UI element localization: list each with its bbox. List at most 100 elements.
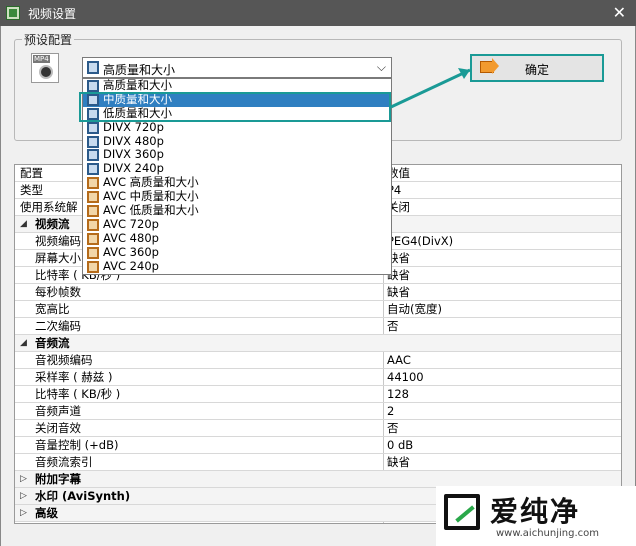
grid-row[interactable]: 比特率 ( KB/秒 ) 128: [15, 386, 621, 403]
grid-row-value[interactable]: 否: [383, 318, 621, 334]
window-title: 视频设置: [28, 7, 77, 21]
grid-row-name: 每秒帧数: [35, 285, 81, 299]
grid-row-name: 比特率 ( KB/秒 ): [35, 387, 121, 401]
grid-row[interactable]: 关闭音效 否: [15, 420, 621, 437]
mp4-file-icon: MP4: [31, 53, 59, 83]
grid-row-name: 采样率 ( 赫兹 ): [35, 370, 113, 384]
grid-row-value[interactable]: 自动(宽度): [383, 301, 621, 317]
expand-icon[interactable]: ▷: [20, 488, 27, 504]
dropdown-option[interactable]: 低质量和大小: [83, 105, 391, 121]
grid-row-name: 关闭音效: [35, 421, 81, 435]
dropdown-option-label: AVC 360p: [103, 244, 159, 259]
grid-row-name: 水印 (AviSynth): [35, 489, 131, 503]
grid-row-name: 音频流: [35, 336, 70, 350]
watermark-url: www.aichunjing.com: [496, 528, 599, 539]
ok-button-label: 确定: [524, 63, 549, 77]
dropdown-option[interactable]: DIVX 240p: [83, 161, 391, 176]
ok-button[interactable]: 确定: [470, 54, 604, 82]
film-icon: [87, 149, 99, 162]
dropdown-option-label: DIVX 720p: [103, 119, 164, 134]
film-icon: [87, 205, 99, 218]
grid-row[interactable]: 音频流索引 缺省: [15, 454, 621, 471]
film-icon: [87, 61, 99, 74]
dropdown-option-label: 低质量和大小: [103, 105, 172, 120]
dropdown-option[interactable]: AVC 低质量和大小: [83, 203, 391, 218]
dropdown-option-label: AVC 240p: [103, 258, 159, 273]
dropdown-option[interactable]: 中质量和大小: [83, 91, 391, 107]
dropdown-option[interactable]: AVC 480p: [83, 230, 391, 246]
grid-row-value[interactable]: 44100: [383, 369, 621, 385]
grid-row-value[interactable]: 缺省: [383, 284, 621, 300]
grid-row-value[interactable]: 关闭: [383, 199, 621, 215]
grid-row-value[interactable]: AAC: [383, 352, 621, 368]
dropdown-option-label: 中质量和大小: [103, 91, 172, 106]
grid-row[interactable]: 宽高比 自动(宽度): [15, 301, 621, 318]
dropdown-option[interactable]: AVC 720p: [83, 217, 391, 232]
dropdown-option[interactable]: DIVX 480p: [83, 133, 391, 149]
film-icon: [87, 163, 99, 176]
dropdown-option[interactable]: AVC 360p: [83, 244, 391, 260]
grid-row-value[interactable]: 128: [383, 386, 621, 402]
grid-header-value: 数值: [383, 165, 621, 181]
dropdown-option[interactable]: AVC 240p: [83, 258, 391, 274]
grid-row[interactable]: 音量控制 (+dB) 0 dB: [15, 437, 621, 454]
film-icon: [87, 260, 99, 273]
grid-row-name: 音量控制 (+dB): [35, 438, 119, 452]
grid-row-name: 高级: [35, 506, 58, 520]
dropdown-option[interactable]: DIVX 720p: [83, 119, 391, 135]
grid-category[interactable]: ◢ 音频流: [15, 335, 621, 352]
film-icon: [87, 246, 99, 259]
grid-row[interactable]: 采样率 ( 赫兹 ) 44100: [15, 369, 621, 386]
grid-row-name: 附加字幕: [35, 472, 81, 486]
mp4-tag: MP4: [33, 55, 50, 63]
grid-row-name: 二次编码: [35, 319, 81, 333]
grid-row-value[interactable]: 0 dB: [383, 437, 621, 453]
dropdown-option-label: DIVX 240p: [103, 161, 164, 176]
dropdown-option-label: AVC 480p: [103, 230, 159, 245]
dropdown-option-label: DIVX 480p: [103, 133, 164, 148]
grid-row-value[interactable]: 缺省: [383, 454, 621, 470]
preset-dropdown-list[interactable]: 高质量和大小 中质量和大小 低质量和大小 DIVX 720p DIVX 480p DIVX…: [82, 78, 392, 275]
grid-row-value[interactable]: PEG4(DivX): [383, 233, 621, 249]
dropdown-option-label: AVC 高质量和大小: [103, 175, 199, 190]
film-icon: [87, 191, 99, 204]
film-icon: [87, 107, 99, 120]
film-icon: [87, 93, 99, 106]
dropdown-option-label: AVC 中质量和大小: [103, 189, 199, 204]
preset-group-label: 预设配置: [22, 31, 75, 48]
preset-select-value: 高质量和大小: [103, 63, 176, 77]
grid-row-value[interactable]: P4: [383, 182, 621, 198]
grid-row-name: 音频声道: [35, 404, 81, 418]
film-reel-icon: [39, 65, 53, 79]
grid-row-value[interactable]: 2: [383, 403, 621, 419]
preset-select[interactable]: 高质量和大小 ⌵: [82, 57, 392, 78]
grid-row-name: 音频流索引: [35, 455, 93, 469]
film-icon: [87, 177, 99, 190]
dropdown-option[interactable]: AVC 高质量和大小: [83, 175, 391, 190]
film-icon: [87, 121, 99, 134]
grid-row-value[interactable]: 否: [383, 420, 621, 436]
grid-row[interactable]: 音视频编码 AAC: [15, 352, 621, 369]
dropdown-option[interactable]: DIVX 360p: [83, 148, 391, 162]
dropdown-option-label: AVC 低质量和大小: [103, 203, 199, 218]
film-icon: [87, 232, 99, 245]
collapse-icon[interactable]: ◢: [20, 216, 27, 232]
title-bar: 视频设置 ✕: [0, 0, 636, 26]
expand-icon[interactable]: ▷: [20, 505, 27, 521]
dropdown-option[interactable]: AVC 中质量和大小: [83, 189, 391, 204]
close-icon[interactable]: ✕: [613, 3, 626, 22]
grid-row[interactable]: 每秒帧数 缺省: [15, 284, 621, 301]
grid-row[interactable]: 二次编码 否: [15, 318, 621, 335]
collapse-icon[interactable]: ◢: [20, 335, 27, 351]
watermark-brand: 爱纯净: [490, 495, 581, 528]
expand-icon[interactable]: ▷: [20, 471, 27, 487]
chevron-down-icon[interactable]: ⌵: [377, 60, 386, 75]
dropdown-option[interactable]: 高质量和大小: [83, 79, 391, 93]
film-icon: [87, 218, 99, 231]
grid-row-value[interactable]: 缺省: [383, 250, 621, 266]
grid-row-value[interactable]: 缺省: [383, 267, 621, 283]
film-icon: [87, 135, 99, 148]
app-icon: [6, 6, 20, 20]
grid-row[interactable]: 音频声道 2: [15, 403, 621, 420]
dropdown-option-label: 高质量和大小: [103, 78, 172, 92]
